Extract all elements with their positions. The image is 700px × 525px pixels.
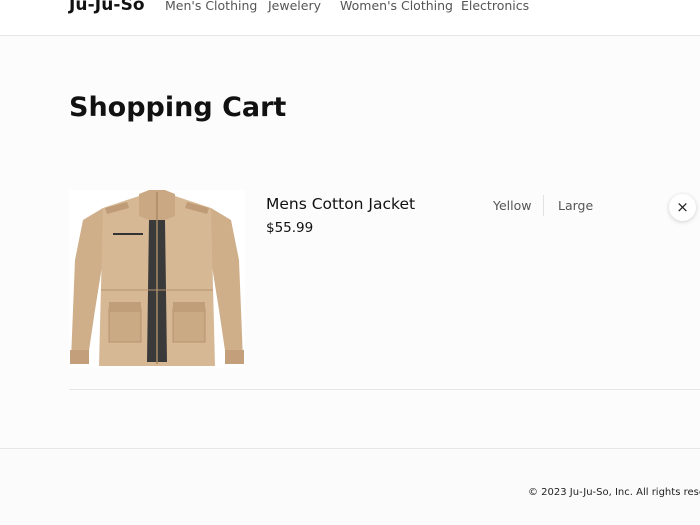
remove-item-button[interactable]: × (669, 194, 696, 221)
product-size: Large (558, 198, 594, 213)
nav-link-womens-clothing[interactable]: Women's Clothing (340, 0, 453, 13)
footer: © 2023 Ju-Ju-So, Inc. All rights reserve… (0, 448, 700, 525)
brand-logo[interactable]: Ju-Ju-So (69, 0, 145, 15)
nav-link-jewelery[interactable]: Jewelery (268, 0, 321, 13)
product-price: $55.99 (266, 220, 314, 236)
nav-link-mens-clothing[interactable]: Men's Clothing (165, 0, 257, 13)
variant-divider (543, 195, 544, 216)
top-nav-bar: Ju-Ju-So Men's Clothing Jewelery Women's… (0, 0, 700, 36)
jacket-image (70, 190, 244, 366)
product-name[interactable]: Mens Cotton Jacket (266, 195, 415, 213)
copyright-text: © 2023 Ju-Ju-So, Inc. All rights reserve… (528, 487, 700, 498)
product-image[interactable] (69, 190, 245, 368)
page: Ju-Ju-So Men's Clothing Jewelery Women's… (0, 0, 700, 525)
page-title: Shopping Cart (69, 92, 287, 123)
cart-item-divider (69, 389, 700, 390)
product-color: Yellow (493, 198, 532, 213)
nav-link-electronics[interactable]: Electronics (461, 0, 529, 13)
close-icon: × (676, 198, 689, 216)
cart-item: Mens Cotton Jacket $55.99 Yellow Large × (69, 183, 700, 388)
